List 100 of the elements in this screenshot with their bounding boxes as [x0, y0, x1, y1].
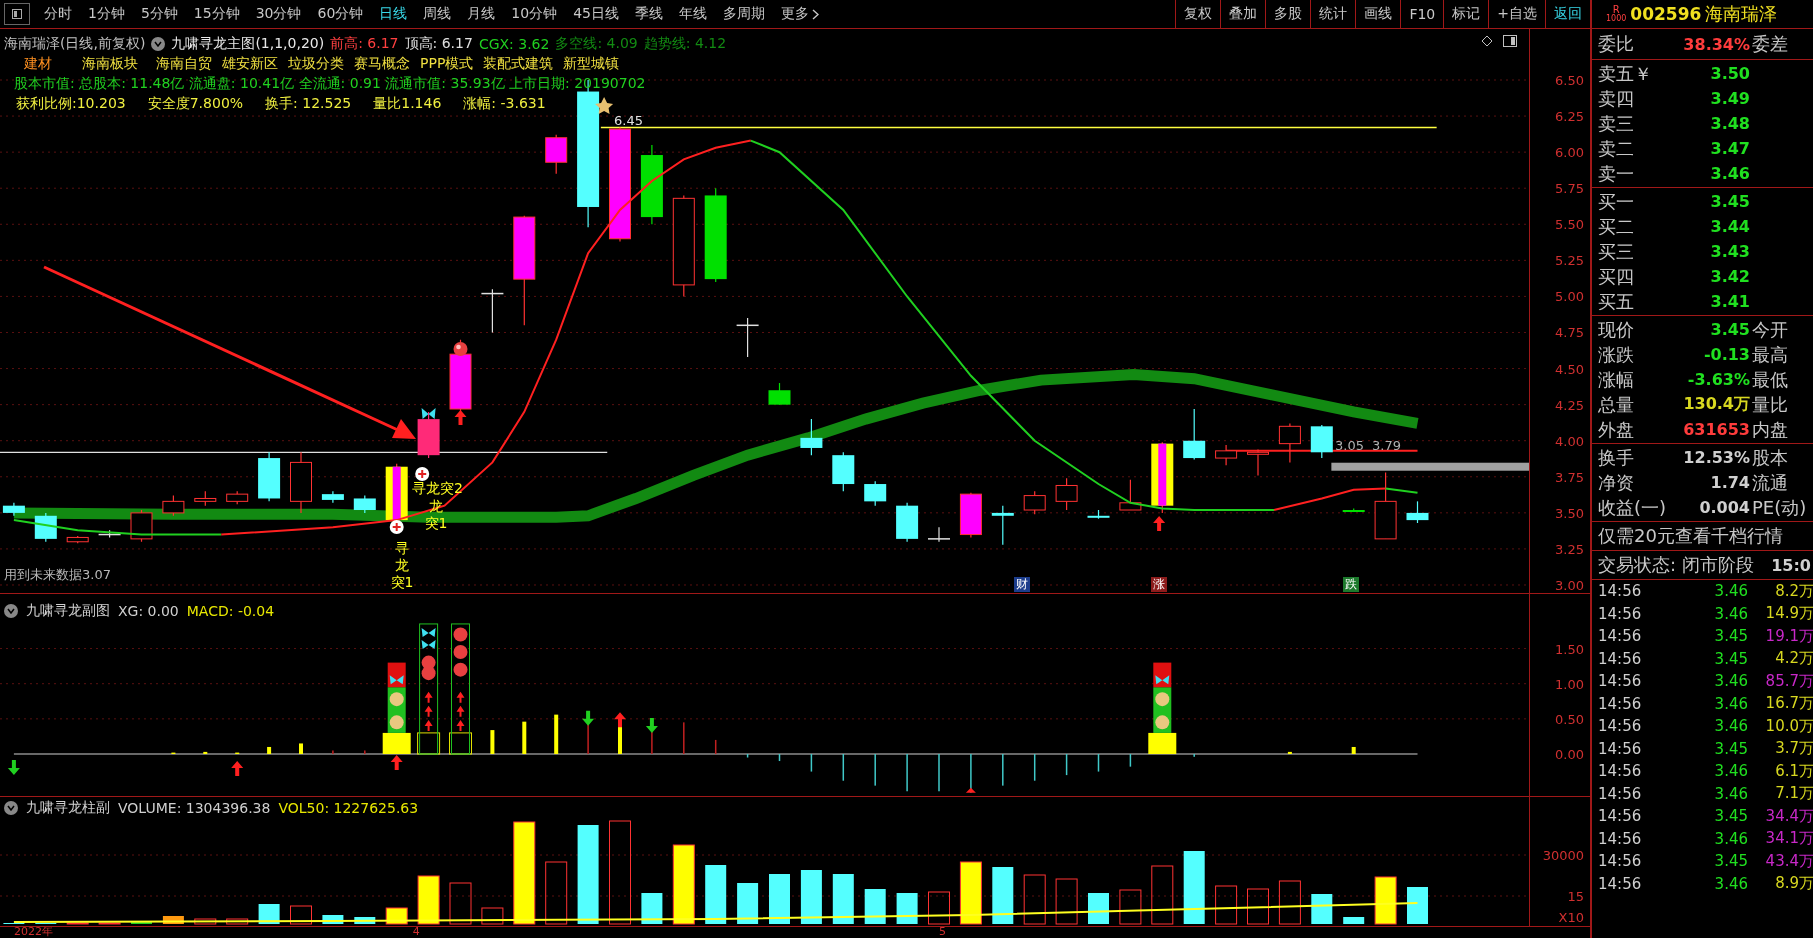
period-tab[interactable]: 10分钟	[503, 5, 566, 23]
quote-label: 委差	[1752, 32, 1789, 56]
concept-label: 装配式建筑	[483, 55, 554, 73]
quote-label: 最高	[1752, 342, 1789, 367]
tick-price: 3.46	[1713, 604, 1748, 623]
period-tab[interactable]: 周线	[415, 5, 460, 23]
period-tab[interactable]: 45日线	[565, 5, 627, 23]
panel-icon[interactable]	[1503, 35, 1518, 47]
axis-label: 0.50	[1555, 711, 1584, 727]
price-label: 3.05	[1335, 438, 1364, 453]
axis-label: 5.50	[1555, 216, 1584, 232]
indicator-bar	[364, 750, 366, 755]
axis-label: 6.50	[1555, 72, 1584, 88]
volume-bar	[545, 861, 568, 925]
stat-text: 量比1.146	[373, 95, 442, 113]
volume-bar	[641, 893, 663, 925]
volume-bar	[896, 893, 918, 925]
tick-volume: 16.7万	[1764, 694, 1813, 714]
tick-time: 14:56	[1598, 784, 1643, 803]
market-label: R	[1612, 5, 1620, 14]
order-level-label: 买三	[1598, 239, 1635, 264]
indicator-bar	[332, 750, 334, 755]
quote-label: 股本	[1752, 445, 1789, 470]
candlestick	[130, 509, 153, 543]
candlestick	[991, 505, 1014, 546]
volume-bar	[992, 867, 1014, 925]
indicator-reading: 前高: 6.17	[330, 35, 399, 53]
period-tab[interactable]: 分时	[36, 5, 80, 23]
axis-label: 6.25	[1555, 108, 1584, 124]
diamond-icon[interactable]	[1481, 35, 1494, 47]
order-price: 3.50	[1709, 64, 1751, 83]
indicator-name: 九啸寻龙主图(1,1,0,20)	[171, 35, 325, 53]
period-tab[interactable]: 月线	[459, 5, 504, 23]
plus-circle-icon	[389, 520, 404, 534]
chevron-right-icon	[812, 8, 819, 20]
window-icon[interactable]	[4, 3, 30, 25]
period-tab[interactable]: 日线	[371, 5, 416, 23]
order-price: 3.49	[1709, 89, 1751, 108]
candlestick	[959, 492, 982, 539]
order-price: 3.48	[1709, 114, 1751, 133]
axis-label: 0.00	[1555, 746, 1584, 762]
order-level-label: 卖二	[1598, 136, 1635, 161]
down-arrow-icon	[7, 760, 20, 776]
tick-volume: 34.1万	[1764, 829, 1813, 849]
candlestick	[1310, 424, 1333, 459]
quote-label: 内盘	[1752, 417, 1789, 442]
period-tab[interactable]: 1分钟	[80, 5, 133, 23]
candlestick	[768, 382, 791, 406]
period-tab[interactable]: 季线	[627, 5, 671, 23]
date-label: 5	[939, 927, 946, 938]
period-tab[interactable]: 年线	[671, 5, 715, 23]
quote-label: 今开	[1752, 317, 1789, 342]
candlestick	[258, 451, 281, 502]
tick-price: 3.46	[1713, 829, 1748, 848]
stat-text: 获利比例:10.203	[16, 95, 126, 113]
indicator-bar	[522, 721, 527, 755]
tick-volume: 34.4万	[1764, 806, 1813, 826]
dropdown-icon[interactable]	[4, 801, 18, 816]
tick-time: 14:56	[1598, 762, 1643, 781]
down-arrow-icon	[645, 718, 658, 733]
signal-label: 寻龙突2	[412, 480, 463, 496]
tick-price: 3.45	[1713, 627, 1748, 646]
indicator-name: 九啸寻龙副图	[26, 602, 110, 621]
period-tab[interactable]: 5分钟	[132, 5, 186, 23]
quote-label: 量比	[1752, 392, 1789, 417]
candlestick	[545, 134, 568, 175]
indicator-reading: 顶高: 6.17	[404, 35, 473, 53]
period-tab[interactable]: 15分钟	[185, 5, 248, 23]
tick-price: 3.45	[1713, 807, 1748, 826]
candlestick	[1342, 507, 1365, 513]
quote-value: -0.13	[1702, 345, 1751, 364]
tick-volume: 8.2万	[1774, 581, 1813, 601]
order-price: 3.41	[1709, 292, 1751, 311]
period-tab[interactable]: 多周期	[715, 5, 773, 23]
period-tab[interactable]: 更多	[773, 5, 827, 23]
tick-price: 3.46	[1713, 672, 1748, 691]
candlestick	[194, 490, 217, 507]
volume-bar	[131, 922, 152, 925]
volume-bar	[1215, 885, 1238, 925]
order-level-label: 卖五￥	[1598, 61, 1653, 86]
volume-bar	[1311, 894, 1333, 925]
tick-time: 14:56	[1598, 649, 1643, 668]
ball-icon	[453, 342, 468, 356]
tick-volume: 19.1万	[1764, 626, 1813, 646]
plus-circle-icon	[415, 467, 430, 481]
event-marker: 财	[1013, 577, 1030, 592]
tick-volume: 85.7万	[1764, 671, 1813, 691]
period-tab[interactable]: 60分钟	[309, 5, 372, 23]
tick-time: 14:56	[1598, 739, 1643, 758]
candlestick	[1406, 500, 1429, 524]
period-tab[interactable]: 30分钟	[247, 5, 310, 23]
dropdown-icon[interactable]	[151, 37, 166, 51]
tick-volume: 14.9万	[1764, 604, 1813, 624]
dropdown-icon[interactable]	[4, 604, 18, 619]
candlestick	[832, 451, 855, 492]
candlestick	[290, 451, 312, 514]
volume-bar	[1055, 878, 1078, 925]
order-level-label: 买五	[1598, 289, 1635, 314]
promo-text[interactable]: 仅需20元查看千档行情	[1598, 524, 1813, 548]
axis-label: 5.25	[1555, 252, 1584, 268]
